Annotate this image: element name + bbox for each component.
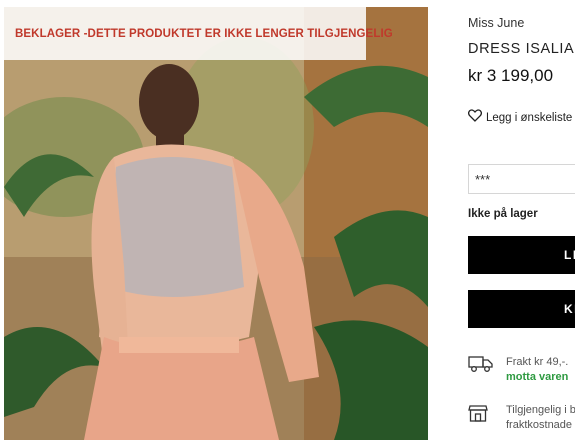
product-info-panel: Miss June DRESS ISALIA kr 3 199,00 Legg … — [468, 0, 575, 440]
product-name: DRESS ISALIA — [468, 41, 575, 57]
unavailable-banner: BEKLAGER -DETTE PRODUKTET ER IKKE LENGER… — [4, 7, 393, 60]
add-to-cart-button[interactable]: LE — [468, 236, 575, 274]
shipping-highlight: motta varen — [506, 371, 569, 383]
product-brand[interactable]: Miss June — [468, 16, 524, 30]
wishlist-button[interactable]: Legg i ønskeliste — [468, 109, 572, 127]
product-photo — [4, 7, 428, 440]
secondary-action-button[interactable]: KL — [468, 290, 575, 328]
store-info: Tilgjengelig i b fraktkostnade — [468, 403, 575, 433]
shipping-text: Frakt kr 49,-. — [506, 356, 569, 368]
store-text-line2: fraktkostnade — [506, 419, 573, 431]
size-select[interactable]: *** — [468, 164, 575, 194]
unavailable-banner-text: BEKLAGER -DETTE PRODUKTET ER IKKE LENGER… — [15, 27, 393, 40]
heart-icon — [468, 109, 483, 127]
product-price: kr 3 199,00 — [468, 66, 554, 85]
stock-status: Ikke på lager — [468, 208, 538, 220]
shipping-info: Frakt kr 49,-. motta varen — [468, 355, 568, 385]
wishlist-label: Legg i ønskeliste — [486, 112, 573, 124]
store-text-line1: Tilgjengelig i b — [506, 404, 575, 416]
store-icon — [468, 403, 494, 433]
truck-icon — [468, 355, 494, 385]
